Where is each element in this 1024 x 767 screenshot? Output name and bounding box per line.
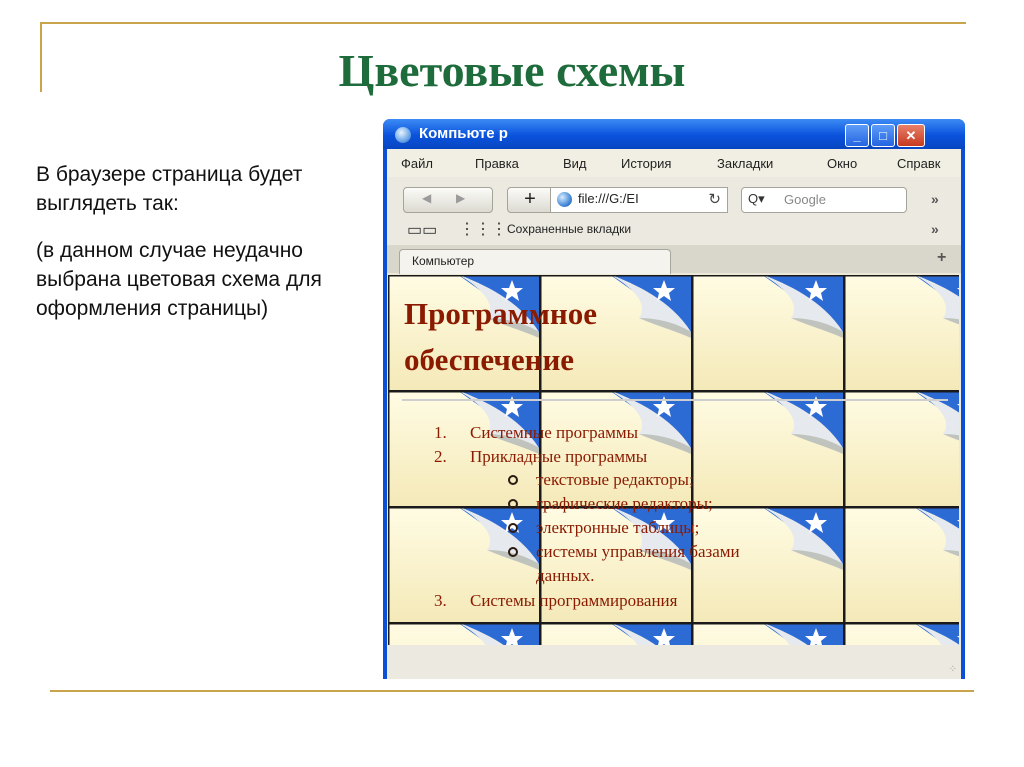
back-forward-buttons: ◀ ▶ (403, 187, 493, 213)
sublist-item-4-cont: данных. (536, 566, 595, 585)
note-text: (в данном случае неудачно выбрана цветов… (36, 239, 322, 320)
chevron-icon[interactable]: » (931, 191, 939, 207)
slide-title: Цветовые схемы (338, 45, 686, 96)
bookmarks-bar: ▭▭ ⋮⋮⋮ Сохраненные вкладки » (387, 213, 961, 245)
list-item-1: Системные программы (470, 423, 639, 442)
search-placeholder: Google (784, 192, 826, 207)
page-heading: Программное обеспечение (404, 291, 597, 383)
tab-label: Компьютер (412, 254, 475, 268)
browser-window: Компьюте р _ □ ✕ Файл Правка Вид История… (383, 119, 965, 679)
page-heading-line2: обеспечение (404, 342, 575, 377)
sublist-bullet (508, 499, 518, 509)
sublist-item-4: системы управления базами (536, 542, 740, 561)
menu-edit[interactable]: Правка (475, 156, 519, 171)
sublist-item-1: текстовые редакторы; (536, 470, 694, 489)
minimize-button[interactable]: _ (845, 124, 869, 147)
list-item-2: Прикладные программы (470, 447, 648, 466)
tab-computer[interactable]: Компьютер (399, 249, 671, 274)
back-icon[interactable]: ◀ (422, 191, 431, 205)
plus-icon[interactable]: + (507, 187, 553, 213)
search-box[interactable]: Q▾ Google (741, 187, 907, 213)
globe-icon (557, 192, 572, 207)
forward-icon[interactable]: ▶ (456, 191, 465, 205)
menu-bar: Файл Правка Вид История Закладки Окно Сп… (387, 149, 961, 177)
sublist-bullet (508, 523, 518, 533)
sublist-bullet (508, 475, 518, 485)
bottom-rule (50, 690, 974, 692)
reload-icon[interactable]: ↻ (708, 190, 721, 208)
status-bar: ⁘ (387, 645, 961, 679)
maximize-button[interactable]: □ (871, 124, 895, 147)
page-heading-line1: Программное (404, 296, 598, 331)
intro-text: В браузере страница будет выглядеть так: (36, 163, 303, 215)
browser-client: Файл Правка Вид История Закладки Окно Сп… (387, 149, 961, 679)
list-number-1: 1. (434, 423, 447, 442)
menu-view[interactable]: Вид (563, 156, 587, 171)
url-text: file:///G:/EI (578, 191, 639, 206)
sublist-item-2: графические редакторы; (536, 494, 713, 513)
book-icon[interactable]: ▭▭ (407, 220, 437, 240)
grid-icon[interactable]: ⋮⋮⋮ (459, 219, 507, 239)
top-rule (40, 22, 966, 24)
resize-grip-icon[interactable]: ⁘ (949, 664, 957, 675)
menu-bookmarks[interactable]: Закладки (717, 156, 773, 171)
list-number-3: 3. (434, 591, 447, 610)
sublist-item-3: электронные таблицы; (536, 518, 700, 537)
browser-app-icon (395, 127, 411, 143)
saved-tabs-label[interactable]: Сохраненные вкладки (507, 222, 631, 236)
menu-window[interactable]: Окно (827, 156, 857, 171)
address-bar[interactable]: file:///G:/EI ↻ (550, 187, 728, 213)
menu-history[interactable]: История (621, 156, 671, 171)
list-number-2: 2. (434, 447, 447, 466)
new-tab-icon[interactable]: + (937, 249, 946, 267)
tab-bar: Компьютер + (387, 245, 961, 274)
bookmarks-chevron-icon[interactable]: » (931, 221, 939, 237)
list-item-3: Системы программирования (470, 591, 678, 610)
search-icon[interactable]: Q▾ (748, 191, 765, 207)
page-divider (402, 399, 948, 401)
page-content: Программное обеспечение 1. Системные про… (388, 275, 959, 645)
sublist-bullet (508, 547, 518, 557)
menu-file[interactable]: Файл (401, 156, 433, 171)
title-bar[interactable]: Компьюте р _ □ ✕ (383, 119, 965, 149)
menu-help[interactable]: Справк (897, 156, 940, 171)
window-title: Компьюте р (419, 125, 508, 142)
close-button[interactable]: ✕ (897, 124, 925, 147)
navigation-bar: ◀ ▶ + file:///G:/EI ↻ Q▾ Google » (387, 177, 961, 213)
